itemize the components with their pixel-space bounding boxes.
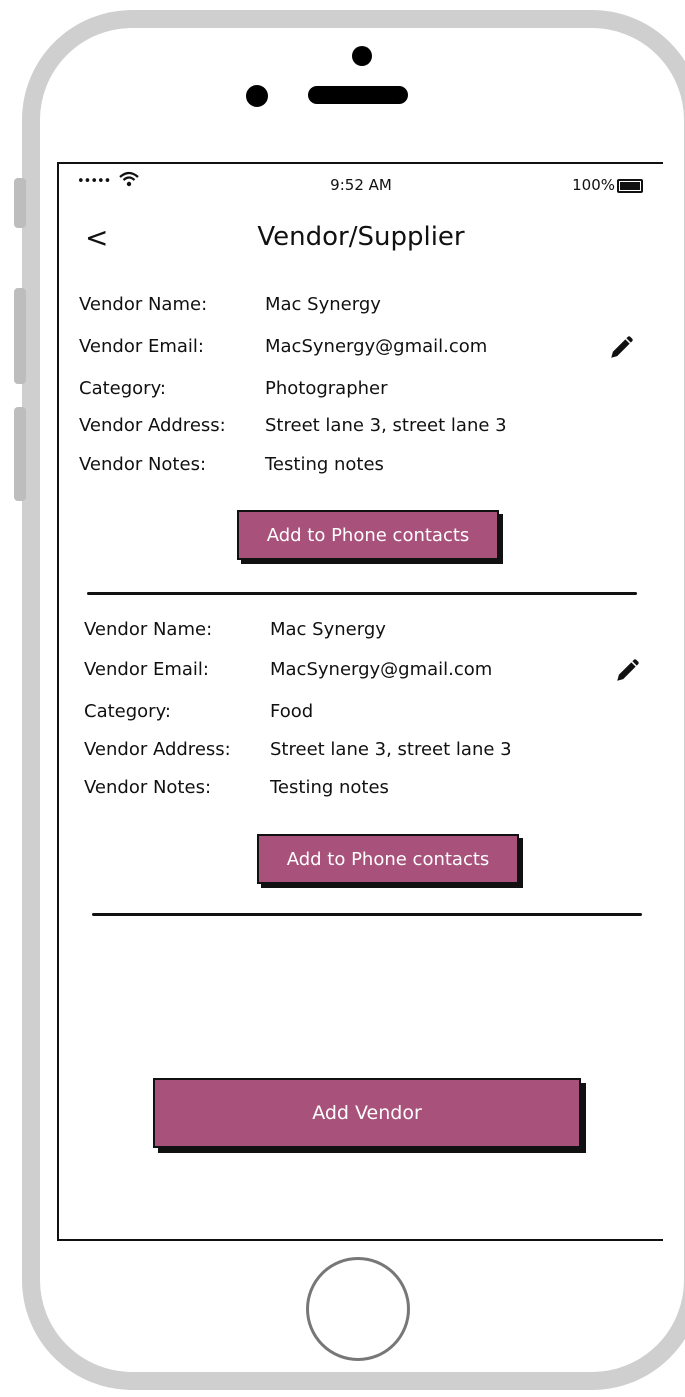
divider [92, 913, 642, 916]
mute-switch [14, 178, 26, 228]
vendor-email-row: Vendor Email: MacSynergy@gmail.com [79, 336, 649, 362]
volume-down-button [14, 407, 26, 501]
vendor-notes-label: Vendor Notes: [79, 454, 207, 475]
vendor-email-value: MacSynergy@gmail.com [270, 659, 493, 680]
vendor-address-row: Vendor Address: Street lane 3, street la… [79, 415, 649, 441]
status-bar: ••••• 9:52 AM 100% [59, 164, 663, 204]
vendor-address-value: Street lane 3, street lane 3 [270, 739, 512, 760]
vendor-name-row: Vendor Name: Mac Synergy [79, 294, 649, 320]
vendor-notes-value: Testing notes [265, 454, 384, 475]
vendor-address-row: Vendor Address: Street lane 3, street la… [84, 739, 654, 765]
vendor-address-value: Street lane 3, street lane 3 [265, 415, 507, 436]
vendor-email-label: Vendor Email: [84, 659, 209, 680]
vendor-category-row: Category: Food [84, 701, 654, 727]
vendor-category-label: Category: [79, 378, 166, 399]
vendor-notes-row: Vendor Notes: Testing notes [84, 777, 654, 803]
vendor-name-label: Vendor Name: [79, 294, 208, 315]
vendor-email-value: MacSynergy@gmail.com [265, 336, 488, 357]
vendor-email-label: Vendor Email: [79, 336, 204, 357]
vendor-category-row: Category: Photographer [79, 378, 649, 404]
battery-percent: 100% [572, 176, 615, 194]
app-screen: ••••• 9:52 AM 100% < Vendor/Supplier Ven… [57, 162, 663, 1241]
add-vendor-button[interactable]: Add Vendor [153, 1078, 581, 1148]
add-to-phone-contacts-button[interactable]: Add to Phone contacts [257, 834, 519, 884]
add-to-phone-contacts-button[interactable]: Add to Phone contacts [237, 510, 499, 560]
earpiece-speaker [308, 86, 408, 104]
page-title: Vendor/Supplier [257, 222, 465, 252]
vendor-category-value: Food [270, 701, 314, 722]
pencil-icon[interactable] [614, 658, 640, 684]
vendor-category-label: Category: [84, 701, 171, 722]
front-camera [352, 46, 372, 66]
vendor-notes-value: Testing notes [270, 777, 389, 798]
vendor-notes-row: Vendor Notes: Testing notes [79, 454, 649, 480]
vendor-notes-label: Vendor Notes: [84, 777, 212, 798]
proximity-sensor [246, 85, 268, 107]
vendor-name-value: Mac Synergy [265, 294, 381, 315]
vendor-address-label: Vendor Address: [84, 739, 231, 760]
vendor-name-value: Mac Synergy [270, 619, 386, 640]
vendor-category-value: Photographer [265, 378, 388, 399]
vendor-name-row: Vendor Name: Mac Synergy [84, 619, 654, 645]
vendor-name-label: Vendor Name: [84, 619, 213, 640]
vendor-email-row: Vendor Email: MacSynergy@gmail.com [84, 659, 654, 685]
pencil-icon[interactable] [608, 335, 634, 361]
home-button[interactable] [306, 1257, 410, 1361]
volume-up-button [14, 288, 26, 384]
divider [87, 592, 637, 595]
battery-icon [617, 179, 643, 193]
vendor-address-label: Vendor Address: [79, 415, 226, 436]
